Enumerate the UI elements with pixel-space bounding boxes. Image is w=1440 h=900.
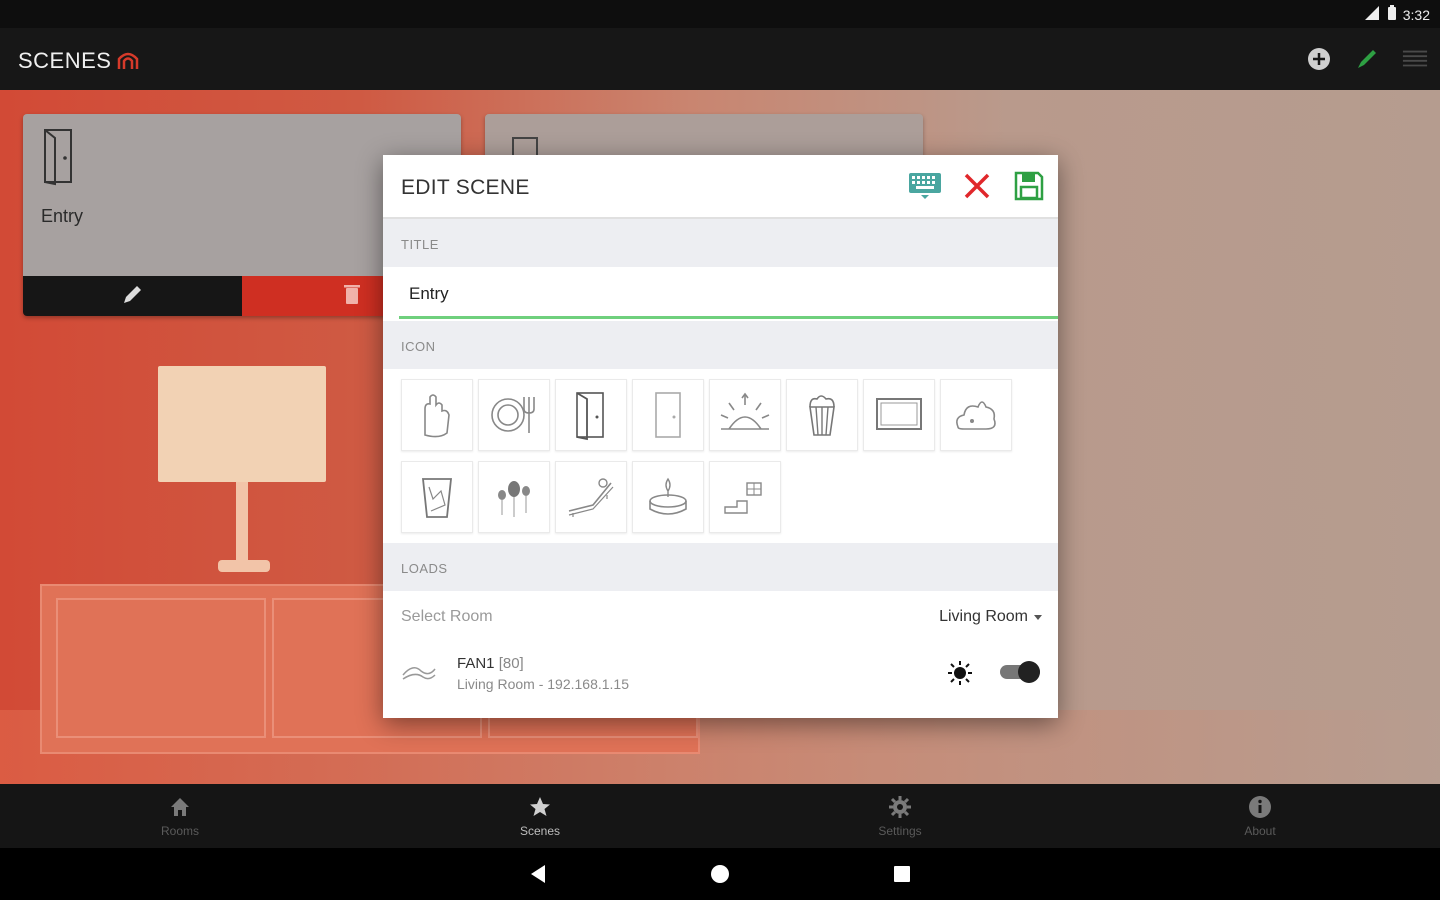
nav-settings-label: Settings bbox=[878, 824, 922, 838]
info-icon bbox=[1247, 794, 1273, 820]
signal-icon bbox=[1363, 5, 1381, 24]
close-icon[interactable] bbox=[960, 169, 994, 203]
brightness-icon[interactable] bbox=[946, 659, 974, 687]
page-title: SCENES bbox=[18, 48, 112, 73]
title-input[interactable] bbox=[399, 275, 1058, 313]
glove-icon[interactable] bbox=[401, 379, 473, 451]
pencil-icon bbox=[122, 283, 144, 310]
nav-about-label: About bbox=[1244, 824, 1276, 838]
icon-section-label: ICON bbox=[383, 321, 1058, 369]
nav-rooms[interactable]: Rooms bbox=[0, 784, 360, 848]
chevron-down-icon bbox=[1034, 614, 1042, 620]
status-time: 3:32 bbox=[1402, 6, 1430, 23]
save-icon[interactable] bbox=[1012, 169, 1046, 203]
keyboard-icon[interactable] bbox=[908, 169, 942, 203]
icon-picker bbox=[383, 369, 1058, 543]
cloud-icon[interactable] bbox=[940, 379, 1012, 451]
edit-scene-dialog: EDIT SCENE TITLE ICON bbox=[383, 155, 1058, 718]
title-input-underline bbox=[399, 316, 1058, 319]
nav-rooms-label: Rooms bbox=[160, 824, 199, 838]
brand-logo-icon bbox=[115, 49, 141, 73]
load-name: FAN1 [80] bbox=[457, 655, 524, 672]
system-nav-bar bbox=[0, 848, 1440, 900]
fan-icon bbox=[399, 657, 439, 687]
status-bar: 3:32 bbox=[0, 0, 1440, 28]
home-button-icon[interactable] bbox=[708, 862, 732, 886]
room-selector-row: Select Room Living Room bbox=[383, 591, 1058, 643]
loads-section-label: LOADS bbox=[383, 543, 1058, 591]
select-room-label: Select Room bbox=[401, 608, 493, 625]
nav-about[interactable]: About bbox=[1080, 784, 1440, 848]
recents-icon[interactable] bbox=[890, 862, 914, 886]
balloons-icon[interactable] bbox=[478, 461, 550, 533]
load-code: [80] bbox=[498, 655, 524, 672]
edit-scene-button[interactable] bbox=[23, 276, 242, 316]
battery-icon bbox=[1387, 5, 1397, 24]
menu-icon[interactable] bbox=[1402, 46, 1428, 72]
load-item: FAN1 [80] Living Room - 192.168.1.15 bbox=[383, 643, 1058, 707]
gift-icon[interactable] bbox=[709, 461, 781, 533]
add-icon[interactable] bbox=[1306, 46, 1332, 72]
load-toggle[interactable] bbox=[1000, 661, 1040, 683]
gear-icon bbox=[887, 794, 913, 820]
load-name-text: FAN1 bbox=[457, 655, 495, 672]
door-open-icon[interactable] bbox=[555, 379, 627, 451]
load-subtitle: Living Room - 192.168.1.15 bbox=[457, 676, 629, 692]
lounger-icon[interactable] bbox=[555, 461, 627, 533]
scene-card-label: Entry bbox=[41, 206, 84, 226]
home-icon bbox=[167, 794, 193, 820]
dialog-title: EDIT SCENE bbox=[401, 176, 530, 199]
title-section-label: TITLE bbox=[383, 219, 1058, 267]
nav-scenes-label: Scenes bbox=[519, 824, 561, 838]
door-icon bbox=[41, 126, 83, 188]
title-field bbox=[383, 267, 1058, 321]
nav-scenes[interactable]: Scenes bbox=[360, 784, 720, 848]
trash-bin-icon[interactable] bbox=[401, 461, 473, 533]
popcorn-icon[interactable] bbox=[786, 379, 858, 451]
pencil-icon[interactable] bbox=[1354, 46, 1380, 72]
tv-icon[interactable] bbox=[863, 379, 935, 451]
bottom-nav: Rooms Scenes Settings About bbox=[0, 784, 1440, 848]
room-dropdown[interactable]: Living Room bbox=[939, 608, 1042, 626]
trash-icon bbox=[343, 283, 361, 310]
sunrise-icon[interactable] bbox=[709, 379, 781, 451]
room-dropdown-value: Living Room bbox=[939, 608, 1028, 625]
star-icon bbox=[527, 794, 553, 820]
nav-settings[interactable]: Settings bbox=[720, 784, 1080, 848]
plate-icon[interactable] bbox=[478, 379, 550, 451]
app-title: SCENES bbox=[18, 48, 141, 74]
door-icon[interactable] bbox=[632, 379, 704, 451]
back-icon[interactable] bbox=[526, 862, 550, 886]
dialog-header: EDIT SCENE bbox=[383, 155, 1058, 219]
candle-icon[interactable] bbox=[632, 461, 704, 533]
app-bar: SCENES bbox=[0, 28, 1440, 90]
